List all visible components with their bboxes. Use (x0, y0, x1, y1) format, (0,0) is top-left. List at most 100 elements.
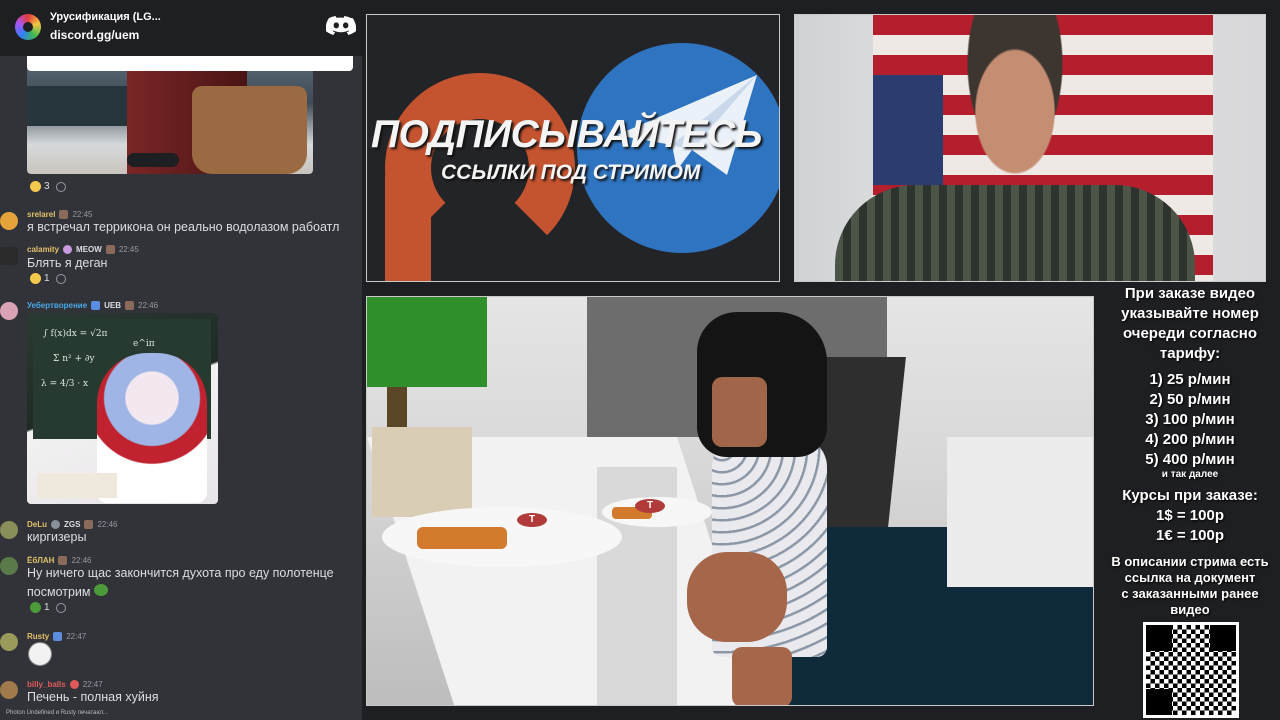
add-reaction-icon[interactable] (55, 273, 66, 284)
message-header: calamity MEOW 22:45 (27, 245, 139, 254)
discord-chat-panel: Урусификация (LG... discord.gg/uem 3 sre… (0, 0, 362, 720)
reaction-pill[interactable]: 1 (30, 602, 50, 613)
ok-hand-emoji-icon (30, 273, 41, 284)
tariff-item: 5) 400 р/мин (1145, 451, 1235, 468)
tariff-item: 4) 200 р/мин (1145, 431, 1235, 448)
doc-note-line: ссылка на документ (1124, 570, 1256, 585)
message-header: DeLu ZGS 22:46 (27, 520, 117, 529)
role-badge-icon (69, 680, 79, 689)
timestamp: 22:45 (72, 210, 93, 219)
avatar[interactable] (0, 302, 18, 320)
doc-note-line: В описании стрима есть (1111, 554, 1269, 569)
info-intro-line: указывайте номер (1121, 305, 1259, 322)
avatar[interactable] (0, 681, 18, 699)
game-food-1 (417, 527, 507, 549)
reaction-count: 1 (44, 602, 50, 613)
reaction-pill[interactable]: 1 (30, 273, 50, 284)
doc-note-line: видео (1170, 602, 1210, 617)
game-plant-pot (372, 427, 472, 517)
reactions-m2: 1 (30, 273, 66, 284)
message-text-line2: посмотрим (27, 585, 91, 599)
message-text: Печень - полная хуйня (27, 690, 159, 704)
tariff-item: 2) 50 р/мин (1149, 391, 1231, 408)
role-badge-icon (58, 556, 68, 565)
avatar[interactable] (0, 557, 18, 575)
webcam-feed (794, 14, 1266, 282)
streamer-face (905, 15, 1125, 281)
add-reaction-icon[interactable] (55, 181, 66, 192)
meme-face-sticker-icon (28, 642, 52, 666)
reaction-count: 1 (44, 273, 50, 284)
game-capture: T T (366, 296, 1094, 706)
message-header: Rusty 22:47 (27, 632, 86, 641)
frog-emoji-icon (93, 584, 108, 596)
server-icon (15, 14, 41, 40)
username[interactable]: calamity (27, 245, 59, 254)
timestamp: 22:47 (66, 632, 87, 641)
plate-badge-2: T (635, 499, 665, 513)
roblox-avatar-face (712, 377, 767, 447)
tariffs-more: и так далее (1161, 469, 1219, 480)
roblox-avatar-arm (687, 552, 787, 642)
username[interactable]: billy_balls (27, 680, 66, 689)
message-header: srelarel 22:45 (27, 210, 93, 219)
timestamp: 22:46 (71, 556, 92, 565)
discord-icon (326, 16, 356, 35)
game-cabinet (947, 437, 1093, 587)
server-header[interactable]: Урусификация (LG... discord.gg/uem (0, 0, 362, 56)
message-header: ЁбЛАН 22:46 (27, 556, 92, 565)
username[interactable]: Уебертворение (27, 301, 87, 310)
reaction-pill[interactable]: 3 (30, 181, 50, 192)
subscribe-banner: ПОДПИСЫВАЙТЕСЬ ССЫЛКИ ПОД СТРИМОМ (366, 14, 780, 282)
video-paper-bag (192, 86, 307, 174)
clan-icon (51, 520, 60, 529)
username[interactable]: Rusty (27, 632, 49, 641)
reaction-count: 3 (44, 181, 50, 192)
message-text: Блять я деган (27, 256, 108, 270)
add-reaction-icon[interactable] (55, 602, 66, 613)
laughing-emoji-icon (30, 181, 41, 192)
info-intro-line: При заказе видео (1124, 285, 1256, 302)
avatar[interactable] (0, 247, 18, 265)
message-text: киргизеры (27, 530, 87, 544)
timestamp: 22:45 (118, 245, 139, 254)
role-badge-icon (59, 210, 69, 219)
message-text: я встречал террикона он реально водолазо… (27, 220, 340, 234)
message-header: billy_balls 22:47 (27, 680, 103, 689)
role-badge-icon (105, 245, 115, 254)
rates-title: Курсы при заказе: (1122, 487, 1258, 504)
video-embed[interactable] (27, 56, 313, 174)
server-tag: UEB (104, 301, 122, 310)
message-header: Уебертворение UEB 22:46 (27, 301, 158, 310)
frog-emoji-icon (30, 602, 41, 613)
server-name: Урусификация (LG... (50, 11, 161, 23)
video-call-controls[interactable] (127, 153, 179, 167)
server-tag: MEOW (76, 245, 102, 254)
server-tag: ZGS (64, 520, 81, 529)
message-text-continued: посмотрим (27, 584, 108, 599)
timestamp: 22:47 (82, 680, 103, 689)
reactions-video: 3 (30, 181, 66, 192)
lightning-icon (91, 301, 101, 310)
rate-item: 1€ = 100р (1156, 527, 1224, 544)
order-info-panel: При заказе видео указывайте номер очеред… (1100, 284, 1280, 618)
avatar[interactable] (0, 633, 18, 651)
banner-title: ПОДПИСЫВАЙТЕСЬ (371, 113, 762, 156)
avatar[interactable] (0, 521, 18, 539)
tariff-item: 1) 25 р/мин (1149, 371, 1231, 388)
role-badge-icon (84, 520, 94, 529)
timestamp: 22:46 (97, 520, 118, 529)
video-sofa (27, 86, 127, 126)
tariff-item: 3) 100 р/мин (1145, 411, 1235, 428)
image-attachment[interactable]: ∫ f(x)dx = √2π Σ n² + ∂y λ = 4/3 · x e^i… (27, 313, 218, 504)
server-invite[interactable]: discord.gg/uem (50, 28, 139, 42)
doc-note-line: с заказанными ранее (1121, 586, 1259, 601)
reactions-m5: 1 (30, 602, 66, 613)
username[interactable]: srelarel (27, 210, 55, 219)
rate-item: 1$ = 100р (1156, 507, 1224, 524)
avatar[interactable] (0, 212, 18, 230)
username[interactable]: DeLu (27, 520, 47, 529)
username[interactable]: ЁбЛАН (27, 556, 54, 565)
role-badge-icon (125, 301, 135, 310)
roblox-avatar-leg (732, 647, 792, 705)
